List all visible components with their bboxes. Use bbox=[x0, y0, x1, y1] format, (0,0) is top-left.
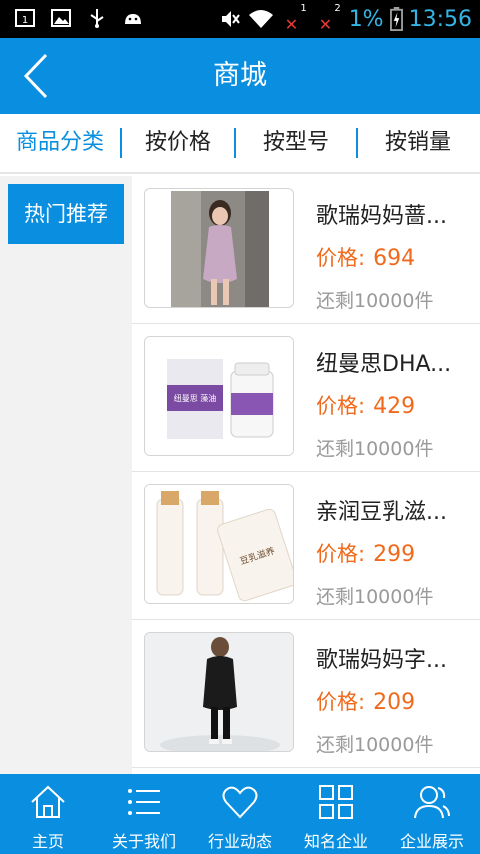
stock-remaining: 还剩10000件 bbox=[316, 290, 434, 312]
product-item[interactable]: 纽曼思 藻油 纽曼思DHA... 价格: 429 还剩10000件 bbox=[132, 324, 480, 472]
status-bar: 1 1 ✕ 2 ✕ 1% 13:56 bbox=[0, 0, 480, 38]
tab-price[interactable]: 按价格 bbox=[122, 113, 234, 173]
mute-icon bbox=[221, 11, 240, 27]
product-list: 歌瑞妈妈蔷... 价格: 694 还剩10000件 纽曼思 藻油 纽曼思DHA..… bbox=[132, 176, 480, 774]
product-name: 歌瑞妈妈字... bbox=[316, 648, 447, 673]
tab-category[interactable]: 商品分类 bbox=[0, 113, 120, 173]
app-header: 商城 bbox=[0, 38, 480, 114]
nav-label: 关于我们 bbox=[111, 832, 176, 851]
product-name: 纽曼思DHA... bbox=[316, 352, 452, 377]
heart-icon bbox=[222, 786, 258, 819]
signal-sim1-icon: 1 ✕ bbox=[284, 3, 307, 34]
android-icon bbox=[125, 14, 141, 24]
stock-remaining: 还剩10000件 bbox=[316, 734, 434, 756]
svg-text:纽曼思 藻油: 纽曼思 藻油 bbox=[174, 393, 217, 403]
product-name: 歌瑞妈妈蔷... bbox=[316, 204, 447, 229]
signal-sim2-icon: 2 ✕ bbox=[318, 3, 341, 34]
product-price: 价格: 299 bbox=[316, 538, 415, 568]
price-label: 价格: bbox=[316, 394, 366, 418]
product-item[interactable]: 歌瑞妈妈字... 价格: 209 还剩10000件 bbox=[132, 620, 480, 768]
gallery-icon bbox=[51, 9, 71, 27]
battery-icon bbox=[389, 7, 403, 31]
product-price: 价格: 209 bbox=[316, 686, 415, 716]
price-label: 价格: bbox=[316, 246, 366, 270]
usb-icon bbox=[90, 9, 104, 28]
grid-icon bbox=[319, 785, 353, 819]
nav-label: 主页 bbox=[31, 832, 64, 851]
nav-about[interactable]: 关于我们 bbox=[96, 774, 192, 854]
nav-label: 企业展示 bbox=[399, 832, 464, 851]
price-value: 694 bbox=[373, 246, 416, 271]
nav-companies[interactable]: 知名企业 bbox=[288, 774, 384, 854]
page-title: 商城 bbox=[213, 60, 267, 91]
product-image bbox=[144, 188, 294, 308]
price-value: 429 bbox=[373, 394, 416, 419]
product-item[interactable]: 歌瑞妈妈蔷... 价格: 694 还剩10000件 bbox=[132, 176, 480, 324]
nav-label: 行业动态 bbox=[207, 832, 272, 851]
category-sidebar: 热门推荐 bbox=[0, 176, 132, 774]
battery-percent: 1% bbox=[348, 6, 384, 32]
product-item[interactable]: 豆乳滋养 亲润豆乳滋... 价格: 299 还剩10000件 bbox=[132, 472, 480, 620]
clock: 13:56 bbox=[408, 6, 472, 32]
list-icon bbox=[128, 789, 160, 815]
product-image bbox=[144, 632, 294, 752]
product-name: 亲润豆乳滋... bbox=[316, 500, 447, 525]
product-price: 价格: 694 bbox=[316, 242, 415, 272]
sort-tabs: 商品分类 按价格 按型号 按销量 bbox=[0, 114, 480, 174]
sidebar-item-hot[interactable]: 热门推荐 bbox=[8, 184, 124, 244]
price-label: 价格: bbox=[316, 542, 366, 566]
product-image: 纽曼思 藻油 bbox=[144, 336, 294, 456]
svg-text:1: 1 bbox=[22, 15, 28, 26]
product-price: 价格: 429 bbox=[316, 390, 415, 420]
nav-home[interactable]: 主页 bbox=[0, 774, 96, 854]
sim-card-icon: 1 bbox=[15, 9, 35, 27]
bottom-nav: 主页 关于我们 行业动态 知名企业 企业展示 bbox=[0, 774, 480, 854]
price-value: 299 bbox=[373, 542, 416, 567]
wifi-icon bbox=[248, 10, 273, 28]
nav-news[interactable]: 行业动态 bbox=[192, 774, 288, 854]
stock-remaining: 还剩10000件 bbox=[316, 438, 434, 460]
users-icon bbox=[414, 786, 450, 819]
tab-model[interactable]: 按型号 bbox=[236, 113, 356, 173]
price-value: 209 bbox=[373, 690, 416, 715]
stock-remaining: 还剩10000件 bbox=[316, 586, 434, 608]
nav-showcase[interactable]: 企业展示 bbox=[384, 774, 480, 854]
price-label: 价格: bbox=[316, 690, 366, 714]
product-image: 豆乳滋养 bbox=[144, 484, 294, 604]
home-icon bbox=[31, 785, 65, 818]
nav-label: 知名企业 bbox=[303, 832, 368, 851]
tab-sales[interactable]: 按销量 bbox=[358, 113, 478, 173]
